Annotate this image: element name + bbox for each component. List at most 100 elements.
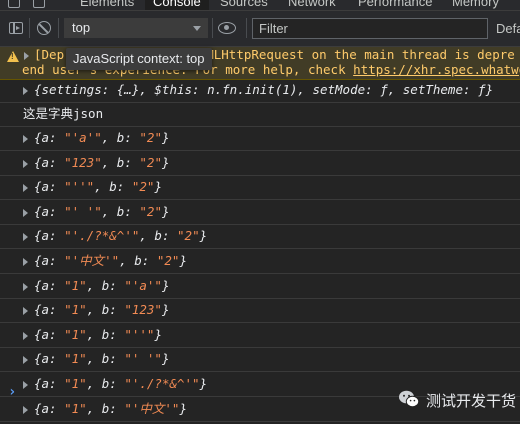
- value-b: "2": [139, 154, 162, 170]
- punctuation: {a:: [34, 351, 65, 367]
- value-b: "2": [131, 179, 155, 195]
- punctuation: }: [161, 277, 170, 293]
- punctuation: , b:: [86, 302, 125, 318]
- warning-text: s XMLHttpRequest on the main thread is d…: [183, 47, 515, 62]
- punctuation: , b:: [101, 154, 140, 170]
- show-sidebar-icon[interactable]: [9, 22, 23, 34]
- console-row[interactable]: {a: "'中文'", b: "2"}: [0, 250, 520, 274]
- tab-console[interactable]: Console: [145, 0, 209, 10]
- punctuation: , b:: [139, 228, 178, 244]
- value-a: "123": [64, 154, 102, 170]
- console-row[interactable]: {a: "1", b: "''"}: [0, 324, 520, 348]
- expand-arrow-icon[interactable]: [23, 208, 28, 217]
- punctuation: {a:: [34, 228, 65, 244]
- punctuation: }: [161, 203, 170, 219]
- warning-link[interactable]: https://xhr.spec.whatwg.c: [353, 62, 520, 77]
- filter-input[interactable]: Filter: [252, 18, 488, 39]
- punctuation: }: [154, 179, 162, 195]
- value-a: "'中文'": [64, 253, 120, 268]
- console-row[interactable]: {a: "''", b: "2"}: [0, 176, 520, 201]
- value-b: "2": [139, 203, 162, 219]
- punctuation: {a:: [34, 154, 65, 170]
- console-row[interactable]: {a: "1", b: "'a'"}: [0, 275, 520, 299]
- live-expression-eye-icon[interactable]: [218, 22, 236, 34]
- punctuation: {a:: [34, 179, 65, 195]
- object-preview: {a: "'./?*&^'", b: "2"}: [34, 225, 207, 247]
- value-a: "'a'": [64, 130, 102, 145]
- toolbar-divider: [212, 18, 213, 38]
- value-a: "'./?*&^'": [64, 228, 140, 244]
- value-a: "1": [64, 277, 87, 293]
- expand-arrow-icon[interactable]: [23, 135, 28, 143]
- clear-console-icon[interactable]: [37, 21, 51, 35]
- expand-arrow-icon[interactable]: [23, 282, 28, 291]
- punctuation: , b:: [101, 203, 140, 219]
- tab-network[interactable]: Network: [288, 0, 336, 9]
- object-preview: {a: "123", b: "2"}: [34, 152, 170, 174]
- punctuation: {a:: [34, 326, 65, 342]
- console-row[interactable]: {a: "123", b: "2"}: [0, 152, 520, 176]
- preview-text: {settings: {…}, $this: n.fn.init(1), set…: [34, 82, 381, 97]
- punctuation: }: [179, 253, 187, 268]
- console-row[interactable]: {a: "1", b: "123"}: [0, 299, 520, 324]
- function-symbol: ƒ: [380, 82, 388, 97]
- devtools-tab-bar: Elements Console Sources Network Perform…: [0, 0, 520, 11]
- expand-arrow-icon[interactable]: [23, 331, 28, 340]
- device-toolbar-icon[interactable]: [33, 0, 45, 8]
- expand-arrow-icon[interactable]: [23, 233, 28, 242]
- punctuation: , b:: [94, 179, 132, 195]
- punctuation: }: [199, 228, 208, 244]
- punctuation: }: [161, 154, 170, 170]
- value-b: "2": [139, 130, 162, 145]
- preview-text: , setTheme:: [387, 82, 479, 97]
- context-value: top: [72, 20, 91, 35]
- expand-arrow-icon[interactable]: [23, 356, 28, 365]
- tab-sources[interactable]: Sources: [220, 0, 268, 9]
- value-a: "1": [64, 302, 87, 318]
- console-row[interactable]: {a: "'./?*&^'", b: "2"}: [0, 225, 520, 250]
- object-preview: {a: "''", b: "2"}: [34, 176, 162, 198]
- chevron-down-icon: [193, 26, 201, 31]
- watermark-text: 测试开发干货: [426, 393, 517, 410]
- toolbar-divider: [58, 18, 59, 38]
- console-row[interactable]: {a: "1", b: "' '"}: [0, 348, 520, 373]
- punctuation: {a:: [34, 130, 65, 145]
- value-a: "1": [64, 351, 87, 367]
- punctuation: }: [161, 302, 170, 318]
- punctuation: , b:: [86, 351, 125, 367]
- object-preview: {a: "1", b: "123"}: [34, 299, 170, 321]
- value-a: "' '": [64, 203, 102, 219]
- console-row[interactable]: {a: "'a'", b: "2"}: [0, 127, 520, 151]
- console-row[interactable]: {settings: {…}, $this: n.fn.init(1), set…: [0, 79, 520, 103]
- tab-performance[interactable]: Performance: [358, 0, 432, 9]
- console-row[interactable]: {a: "' '", b: "2"}: [0, 201, 520, 225]
- expand-arrow-icon[interactable]: [23, 159, 28, 168]
- expand-arrow-icon[interactable]: [23, 184, 28, 193]
- object-preview: {a: "'中文'", b: "2"}: [34, 250, 187, 272]
- expand-arrow-icon[interactable]: [23, 258, 28, 266]
- expand-arrow-icon[interactable]: [23, 87, 28, 95]
- object-preview: {a: "1", b: "'a'"}: [34, 275, 170, 297]
- expand-arrow-icon[interactable]: [24, 52, 29, 60]
- punctuation: , b:: [86, 277, 125, 293]
- punctuation: }: [161, 130, 170, 145]
- punctuation: {a:: [34, 277, 65, 293]
- value-b: "'a'": [124, 277, 162, 293]
- punctuation: {a:: [34, 302, 65, 318]
- javascript-context-select[interactable]: top: [64, 18, 208, 38]
- log-levels-dropdown[interactable]: Defa: [496, 18, 520, 39]
- punctuation: , b:: [101, 130, 140, 145]
- object-preview: {a: "'a'", b: "2"}: [34, 127, 170, 149]
- toolbar-divider: [29, 18, 30, 38]
- tab-elements[interactable]: Elements: [80, 0, 134, 9]
- prompt-chevron-icon: ›: [8, 384, 17, 400]
- console-toolbar: top Filter Defa: [0, 11, 520, 47]
- wechat-logo-icon: [399, 390, 420, 408]
- tab-memory[interactable]: Memory: [452, 0, 499, 9]
- function-symbol: ƒ: [478, 82, 486, 97]
- value-b: "''": [124, 326, 155, 342]
- value-b: "2": [156, 253, 180, 268]
- object-preview: {a: "1", b: "' '"}: [34, 348, 170, 370]
- inspect-element-icon[interactable]: [8, 0, 20, 8]
- expand-arrow-icon[interactable]: [23, 307, 28, 316]
